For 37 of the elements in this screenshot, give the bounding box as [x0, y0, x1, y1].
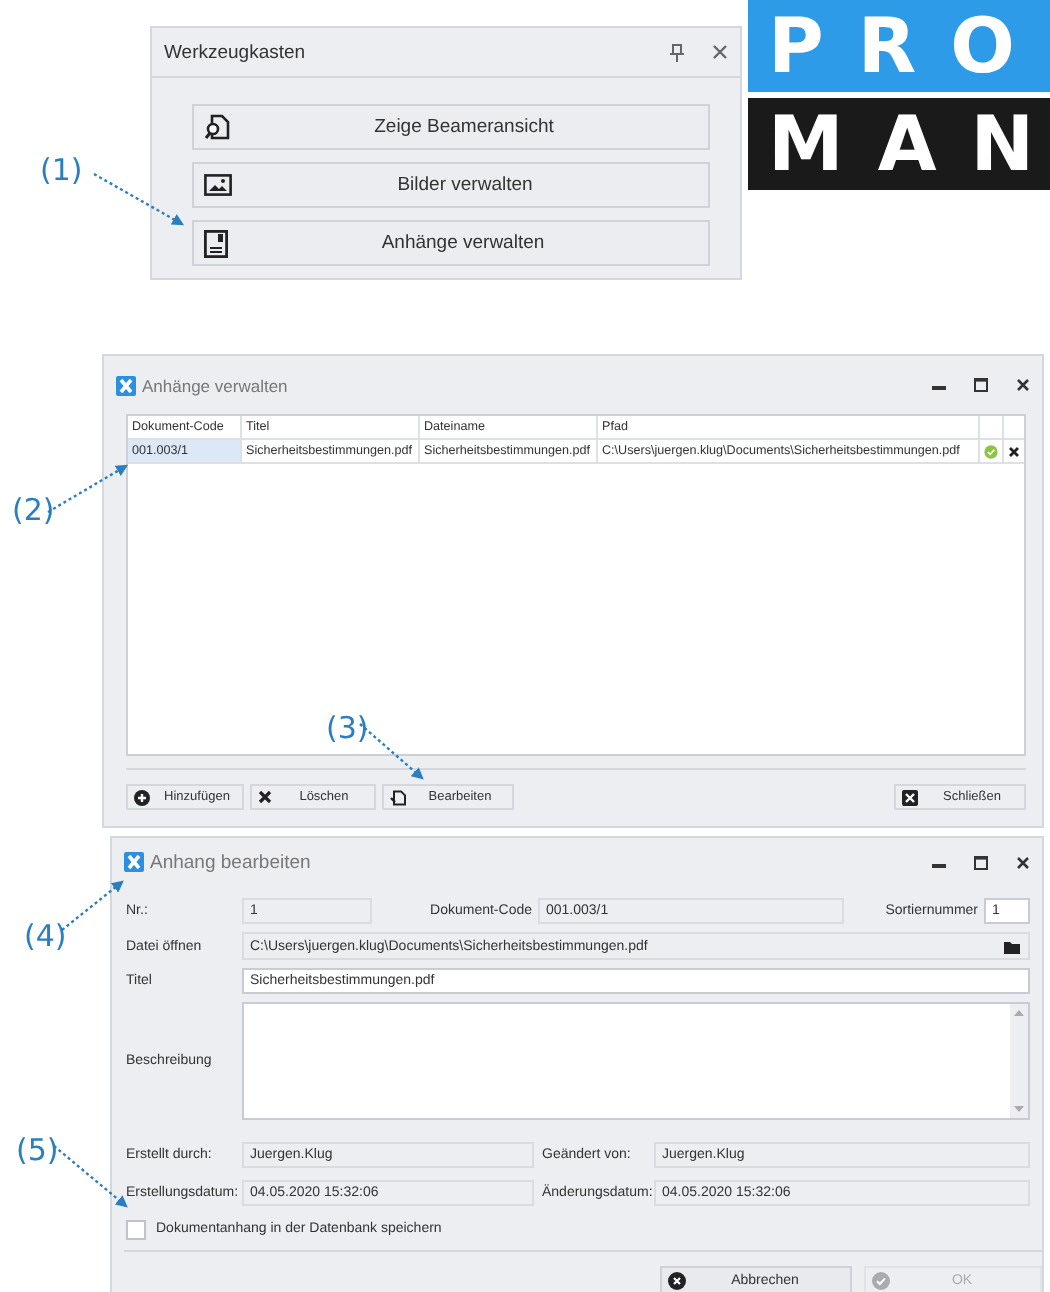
logo-wordmark: PRO [748, 0, 1050, 92]
pin-icon[interactable] [670, 43, 684, 61]
logo-wordmark: MAN [748, 98, 1050, 190]
picture-icon [204, 174, 232, 196]
toolbox-button[interactable]: Zeige Beameransicht [192, 104, 710, 150]
window-title: Anhänge verwalten [142, 375, 290, 395]
checkbox[interactable] [126, 1219, 146, 1239]
window-title: Anhang bearbeiten [150, 851, 313, 873]
panel-title: Werkzeugkasten [164, 41, 308, 63]
callout-number: (4) [24, 918, 67, 954]
callout-number: (2) [12, 492, 55, 528]
check-circle-icon[interactable] [984, 443, 998, 459]
app-logo-icon [116, 375, 136, 395]
pointer-arrow [53, 1145, 128, 1208]
callout-number: (5) [16, 1132, 59, 1168]
cross-icon [258, 790, 272, 804]
cancel-circle-icon [668, 1272, 686, 1290]
document-icon [204, 229, 228, 257]
delete-icon[interactable] [1008, 445, 1020, 457]
callout-number: (1) [40, 152, 83, 188]
close-icon[interactable] [1016, 378, 1030, 392]
document-edit-icon [390, 789, 406, 805]
close-icon[interactable] [712, 44, 728, 60]
callout-number: (3) [326, 710, 369, 746]
maximize-icon[interactable] [974, 378, 988, 392]
pointer-arrow [93, 172, 185, 226]
document-search-icon [204, 114, 230, 140]
close-icon[interactable] [1016, 855, 1030, 869]
toolbox-button[interactable]: Bilder verwalten [192, 162, 710, 208]
folder-icon[interactable] [1004, 939, 1022, 953]
check-circle-icon [872, 1272, 890, 1290]
plus-circle-icon [134, 789, 150, 805]
app-logo-icon [124, 852, 144, 872]
maximize-icon[interactable] [974, 855, 988, 869]
close-square-icon [902, 789, 918, 805]
pointer-arrow [61, 880, 124, 931]
toolbox-button[interactable]: Anhänge verwalten [192, 220, 710, 266]
